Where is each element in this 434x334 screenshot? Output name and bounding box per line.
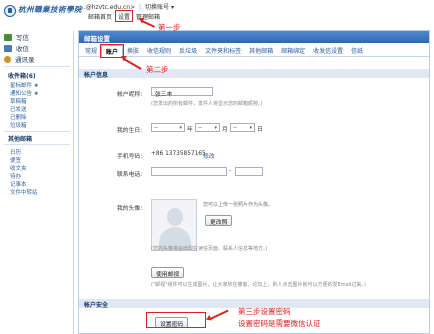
phone-label: 手机号码: — [117, 154, 143, 160]
step2-annotation: 第二步 — [146, 65, 169, 74]
tab-send-receive[interactable]: 收发信设置 — [309, 45, 347, 56]
sidebar-item-notebook[interactable]: 记事本 — [10, 180, 27, 188]
tab-binding[interactable]: 邮箱绑定 — [277, 45, 309, 56]
sidebar-item-drafts[interactable]: 草稿箱 — [10, 97, 27, 105]
phone-value: +86 13735857165 — [151, 151, 206, 157]
compose-label: 写信 — [16, 34, 29, 42]
contacts-icon — [4, 55, 11, 63]
tab-other-mailbox[interactable]: 其他邮箱 — [245, 45, 277, 56]
receive-button[interactable]: 收信 — [4, 43, 29, 53]
account-email: ...@hzvtc.edu.cn> — [80, 4, 136, 11]
birth-day-select[interactable]: -- ▾ — [230, 123, 255, 132]
nickname-field[interactable]: 张三丰 — [151, 87, 213, 98]
tab-folders[interactable]: 文件夹和标签 — [201, 45, 245, 56]
sidebar-item-collect[interactable]: 收文夹 — [10, 164, 27, 172]
compose-button[interactable]: 写信 — [4, 32, 29, 42]
nav-mail-home[interactable]: 邮箱首页 — [86, 11, 114, 21]
settings-tabs: 常规 账户 换肤 收信规则 反垃圾 文件夹和标签 其他邮箱 邮箱绑定 收发信设置… — [79, 43, 429, 58]
sidebar-divider — [4, 131, 70, 132]
account-line: ...@hzvtc.edu.cn> | 切换账号 ▾ — [80, 2, 174, 11]
tab-skin[interactable]: 换肤 — [123, 45, 143, 56]
avatar-hint: 您可以上传一张照片作为头像。 — [203, 202, 274, 208]
change-avatar-button[interactable]: 更改照 — [205, 215, 233, 226]
email-card-hint: ("邮视"组件可以生成图片，让大家欣在慷客、论坛上，别人点击图片就可以方便的发E… — [151, 282, 366, 288]
year-unit: 年 — [187, 127, 193, 133]
sidebar-item-notes[interactable]: 便签 — [10, 156, 21, 164]
birth-month-select[interactable]: -- ▾ — [195, 123, 220, 132]
avatar-placeholder — [151, 199, 197, 251]
receive-label: 收信 — [16, 45, 29, 53]
phone-edit-link[interactable]: 修改 — [203, 151, 215, 160]
sidebar-item-todo[interactable]: 待办 — [10, 172, 21, 180]
sidebar-item-file-transfer[interactable]: 文件中转站 — [10, 188, 38, 196]
contacts-label: 通讯录 — [15, 56, 35, 64]
panel-title: 邮箱设置 — [79, 31, 429, 43]
inbox-icon — [4, 44, 12, 52]
tab-stationery[interactable]: 信纸 — [347, 45, 367, 56]
sidebar-item-sent[interactable]: 已发送 — [10, 105, 27, 113]
top-nav: 邮箱首页 设置 管理邮箱 — [86, 10, 162, 22]
nav-settings[interactable]: 设置 — [115, 10, 134, 22]
avatar-head-shape — [167, 208, 183, 226]
tab-antispam[interactable]: 反垃圾 — [175, 45, 201, 56]
account-info-title: 帐户信息 — [79, 69, 429, 79]
nickname-label: 帐户昵称: — [117, 92, 143, 98]
sidebar-divider — [4, 66, 70, 67]
day-unit: 日 — [257, 127, 263, 133]
birthday-label: 我的生日: — [117, 128, 143, 134]
avatar-usage-hint: (您的头像将会出现在读信页面、联系人信息等地方。) — [151, 246, 268, 252]
chevron-down-icon[interactable]: ▾ — [171, 4, 174, 11]
school-logo-text: 杭州職業技術學院 — [18, 5, 82, 14]
avatar-label: 我的头像: — [117, 206, 143, 212]
settings-panel: 邮箱设置 常规 账户 换肤 收信规则 反垃圾 文件夹和标签 其他邮箱 邮箱绑定 … — [78, 30, 430, 334]
sidebar-item-calendar[interactable]: 日历 — [10, 148, 21, 156]
step3-annotation-line1: 第三步设置密码 — [238, 307, 291, 316]
tab-account[interactable]: 账户 — [100, 43, 125, 58]
write-icon — [4, 33, 12, 41]
tel-ext-field[interactable] — [235, 167, 263, 176]
sidebar-item-notices[interactable]: 通知公告 ★ — [10, 89, 39, 97]
header-bar: 杭州職業技術學院 ...@hzvtc.edu.cn> | 切换账号 ▾ 邮箱首页… — [0, 0, 434, 30]
sidebar-other-mailboxes[interactable]: 其他邮箱 — [8, 134, 32, 143]
contacts-button[interactable]: 通讯录 — [4, 54, 35, 64]
tab-rules[interactable]: 收信规则 — [143, 45, 175, 56]
use-email-card-button[interactable]: 使用邮视 — [151, 267, 185, 278]
sidebar-item-deleted[interactable]: 已删除 — [10, 113, 27, 121]
tel-separator: - — [229, 168, 232, 174]
step3-annotation-line2: 设置密码是需要微信认证 — [238, 319, 321, 328]
month-unit: 月 — [222, 127, 228, 133]
birth-year-select[interactable]: -- ▾ — [151, 123, 185, 132]
sidebar-item-starred[interactable]: 星标邮件 ★ — [10, 81, 39, 89]
school-logo-icon — [4, 5, 16, 17]
set-password-highlight — [146, 312, 206, 328]
tel-area-field[interactable] — [151, 167, 227, 176]
account-separator: | — [139, 4, 142, 11]
sidebar-item-spam[interactable]: 垃圾箱 — [10, 121, 27, 129]
sidebar-divider — [4, 144, 70, 145]
switch-account-link[interactable]: 切换账号 — [145, 4, 169, 11]
nickname-hint: (您发出的所有邮件，发件人将显示您的邮箱昵称。) — [151, 101, 263, 107]
step1-annotation: 第一步 — [158, 23, 181, 32]
left-sidebar: 写信 收信 通讯录 收件箱(6) 星标邮件 ★ 通知公告 ★ 草稿箱 已发送 已… — [0, 30, 74, 334]
tab-general[interactable]: 常规 — [81, 45, 101, 56]
sidebar-inbox[interactable]: 收件箱(6) — [8, 71, 36, 80]
tel-label: 联系电话: — [117, 172, 143, 178]
